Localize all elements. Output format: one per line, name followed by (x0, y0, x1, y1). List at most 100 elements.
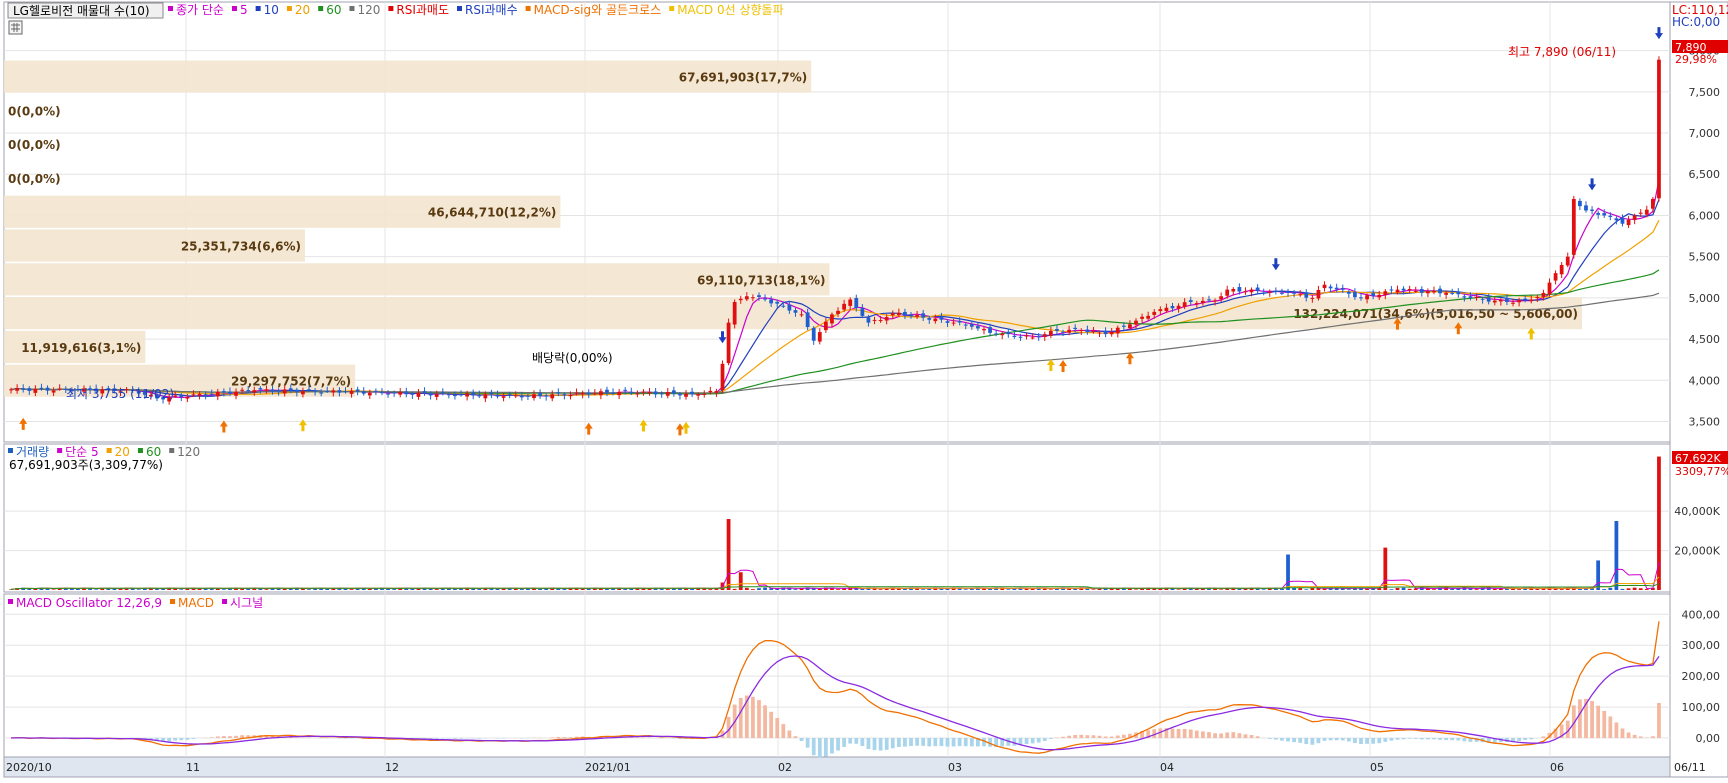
candle-body (1584, 205, 1588, 210)
macd-oscillator-bar (1317, 738, 1321, 743)
macd-oscillator-bar (940, 738, 944, 746)
date-tick-label: 06 (1550, 761, 1564, 774)
candle-body (1213, 300, 1217, 301)
date-tick-label: 02 (778, 761, 792, 774)
candle-body (410, 393, 414, 395)
legend-item: RSI과매수 (465, 3, 518, 17)
candle-body (1110, 332, 1114, 334)
macd-oscillator-bar (964, 738, 968, 746)
volume-bar (435, 589, 439, 590)
macd-oscillator-bar (1323, 738, 1327, 741)
candle-body (885, 317, 889, 320)
candle-body (1602, 213, 1606, 215)
macd-oscillator-bar (824, 738, 828, 756)
volume-bar (94, 589, 98, 590)
macd-oscillator-bar (556, 737, 560, 738)
candle-body (1329, 287, 1333, 289)
volume-bar (137, 589, 141, 590)
macd-oscillator-bar (848, 738, 852, 744)
volume-bar (1383, 548, 1387, 590)
candle-body (1104, 331, 1108, 334)
candle-body (1499, 300, 1503, 301)
macd-oscillator-bar (958, 738, 962, 746)
candle-body (21, 388, 25, 390)
candle-body (344, 391, 348, 392)
volume-bar (1645, 589, 1649, 590)
candle-body (721, 364, 725, 390)
candle-body (788, 305, 792, 311)
macd-oscillator-bar (240, 735, 244, 738)
candle-body (575, 393, 579, 394)
volume-panel[interactable] (4, 444, 1670, 592)
macd-oscillator-bar (1225, 732, 1229, 738)
macd-oscillator-bar (648, 737, 652, 738)
macd-oscillator-bar (1292, 738, 1296, 742)
candle-body (1171, 306, 1175, 308)
candle-body (477, 395, 481, 397)
macd-oscillator-bar (1353, 738, 1357, 743)
candle-body (252, 390, 256, 392)
candle-body (368, 393, 372, 396)
candle-body (1517, 300, 1521, 302)
calendar-button[interactable] (9, 21, 22, 34)
volume-bar (1608, 588, 1612, 590)
candle-body (1639, 213, 1643, 214)
candle-body (775, 302, 779, 304)
candle-body (1140, 317, 1144, 319)
candle-body (873, 320, 877, 321)
candle-body (265, 389, 269, 391)
price-tick-label: 3,500 (1689, 416, 1721, 429)
macd-oscillator-bar (1037, 738, 1041, 743)
macd-oscillator-bar (921, 738, 925, 746)
volume-bar (240, 589, 244, 590)
macd-oscillator-bar (1365, 738, 1369, 744)
macd-oscillator-bar (307, 737, 311, 738)
indicator-select[interactable]: LG헬로비전 매물대 수(10) (8, 3, 163, 18)
macd-oscillator-bar (757, 700, 761, 738)
candle-body (417, 393, 421, 397)
candle-body (526, 396, 530, 397)
candle-body (1554, 273, 1558, 280)
candle-body (569, 395, 573, 396)
volume-bar (1615, 521, 1619, 590)
macd-oscillator-bar (1025, 738, 1029, 744)
candle-body (1280, 293, 1284, 294)
macd-oscillator-bar (1092, 735, 1096, 738)
macd-oscillator-bar (1104, 737, 1108, 738)
macd-oscillator-bar (1402, 738, 1406, 739)
macd-tick-label: 300,00 (1682, 639, 1721, 652)
macd-oscillator-bar (1250, 735, 1254, 738)
candle-body (964, 325, 968, 326)
macd-oscillator-bar (1031, 738, 1035, 743)
volume-bar (690, 589, 694, 590)
candle-body (1183, 302, 1187, 307)
candle-body (563, 394, 567, 395)
stock-chart[interactable]: 67,691,903(17,7%)0(0,0%)0(0,0%)0(0,0%)46… (0, 0, 1728, 779)
candle-body (1505, 298, 1509, 302)
candle-body (800, 314, 804, 315)
candle-body (496, 395, 500, 397)
volume-bar (179, 589, 183, 590)
date-tick-label: 2021/01 (585, 761, 631, 774)
candle-body (812, 328, 816, 341)
candle-body (240, 390, 244, 391)
legend-item: 20 (295, 3, 310, 17)
macd-oscillator-bar (751, 697, 755, 738)
candle-body (1383, 291, 1387, 295)
candle-body (1189, 300, 1193, 302)
price-tick-label: 6,000 (1689, 209, 1721, 222)
candle-body (1165, 308, 1169, 311)
macd-panel[interactable] (4, 594, 1670, 757)
candle-body (1529, 300, 1533, 302)
macd-oscillator-bar (1280, 738, 1284, 741)
candle-body (283, 389, 287, 393)
macd-oscillator-bar (423, 738, 427, 739)
macd-oscillator-bar (897, 738, 901, 747)
candle-body (1396, 290, 1400, 293)
macd-oscillator-bar (1268, 738, 1272, 739)
macd-oscillator-bar (1177, 729, 1181, 738)
macd-oscillator-bar (1079, 735, 1083, 738)
volume-profile-label: 69,110,713(18,1%) (697, 273, 826, 287)
candle-body (1152, 312, 1156, 315)
legend-swatch (107, 448, 112, 453)
